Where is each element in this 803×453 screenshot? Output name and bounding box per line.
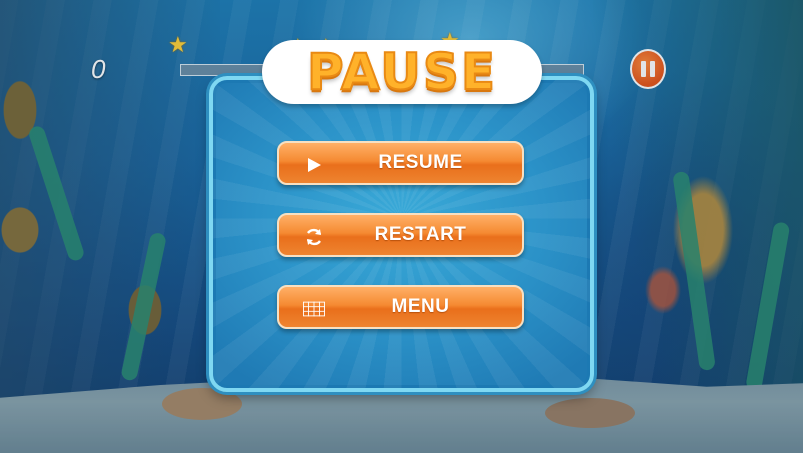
restart-label: RESTART xyxy=(374,224,467,245)
resume-label: RESUME xyxy=(378,152,463,173)
menu-label: MENU xyxy=(391,296,450,317)
pause-title: PAUSE xyxy=(306,42,497,102)
play-icon xyxy=(303,154,325,176)
resume-button[interactable]: RESUME xyxy=(277,141,524,185)
refresh-icon xyxy=(303,226,325,248)
restart-button[interactable]: RESTART xyxy=(277,213,524,257)
grid-icon xyxy=(303,298,325,320)
menu-button[interactable]: MENU xyxy=(277,285,524,329)
